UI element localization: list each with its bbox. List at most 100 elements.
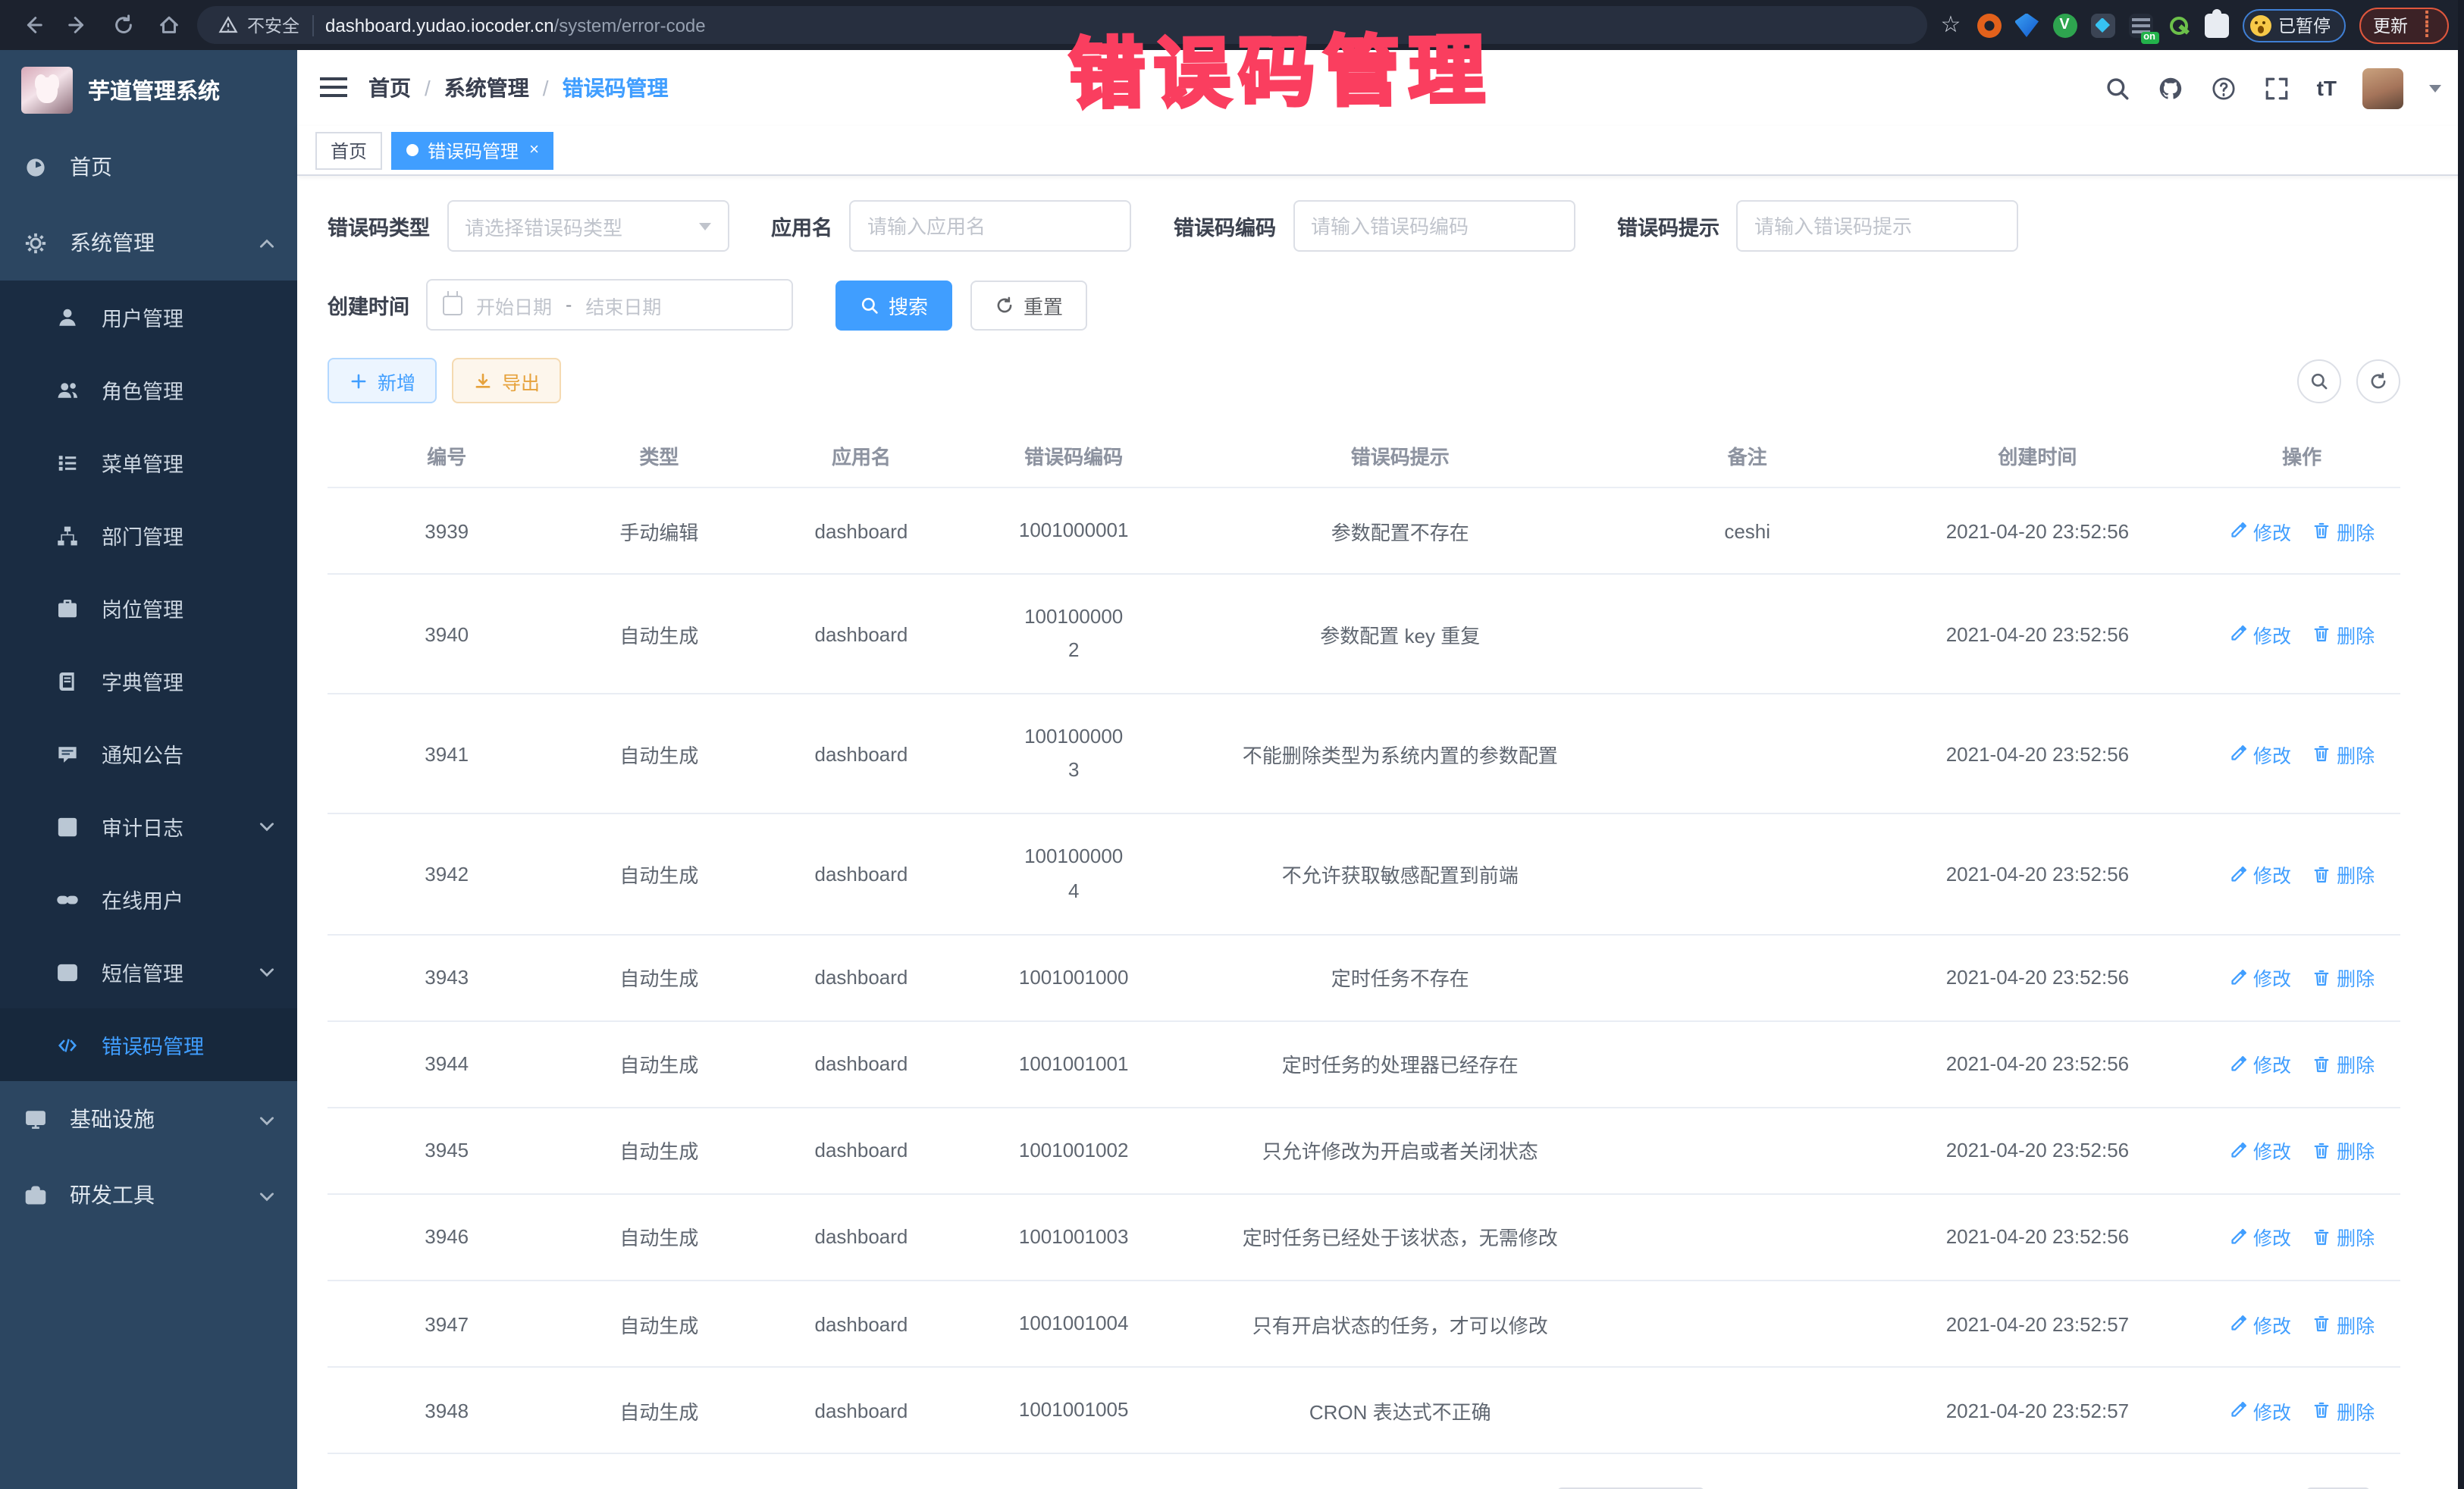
extension-icon-orange[interactable] [1977,13,2001,37]
address-separator [312,14,313,36]
browser-reload-icon[interactable] [106,8,140,42]
delete-link[interactable]: 删除 [2312,1309,2375,1338]
search-button[interactable]: 搜索 [835,280,952,330]
delete-link[interactable]: 删除 [2312,1223,2375,1252]
edit-link[interactable]: 修改 [2229,740,2291,769]
export-button[interactable]: 导出 [452,358,561,403]
refresh-icon [995,295,1014,315]
delete-link[interactable]: 删除 [2312,1396,2375,1425]
sidebar: 芋道管理系统 首页系统管理用户管理角色管理菜单管理部门管理岗位管理字典管理通知公… [0,50,297,1489]
edit-link[interactable]: 修改 [2229,1223,2291,1252]
edit-link[interactable]: 修改 [2229,1309,2291,1338]
column-header: 创建时间 [1872,425,2203,487]
delete-link[interactable]: 删除 [2312,860,2375,889]
edit-link[interactable]: 修改 [2229,963,2291,992]
sidebar-item-dashboard[interactable]: 首页 [0,129,297,205]
delete-link[interactable]: 删除 [2312,1136,2375,1165]
delete-link[interactable]: 删除 [2312,619,2375,648]
sidebar-item-user[interactable]: 用户管理 [0,281,297,353]
edit-link[interactable]: 修改 [2229,619,2291,648]
extension-icon-gem[interactable] [2014,13,2039,37]
cell-operations: 修改 删除 [2203,487,2400,574]
error-code-input[interactable] [1311,215,1556,237]
sidebar-item-devtools[interactable]: 研发工具 [0,1157,297,1233]
not-secure-warning[interactable]: 不安全 [218,13,299,37]
cell-app: dashboard [752,1281,970,1367]
table-row: 3945自动生成dashboard1001001002只允许修改为开启或者关闭状… [328,1108,2400,1194]
trash-icon [2312,968,2331,986]
sidebar-item-code[interactable]: 错误码管理 [0,1008,297,1081]
edit-link[interactable]: 修改 [2229,516,2291,545]
sidebar-item-menu-list[interactable]: 菜单管理 [0,426,297,499]
browser-home-icon[interactable] [152,8,185,42]
search-icon [2309,371,2329,390]
sidebar-item-badge[interactable]: 岗位管理 [0,572,297,644]
sidebar-item-org-tree[interactable]: 部门管理 [0,499,297,572]
help-icon[interactable] [2211,74,2238,102]
delete-link[interactable]: 删除 [2312,963,2375,992]
add-button[interactable]: 新增 [328,358,437,403]
breadcrumb-item[interactable]: 系统管理 [444,73,529,103]
extensions-puzzle-icon[interactable] [2204,13,2228,37]
close-icon[interactable]: × [529,142,539,158]
error-hint-input[interactable] [1754,215,2000,237]
browser-menu-icon[interactable]: ⋮⋮ [2419,11,2435,39]
browser-back-icon[interactable] [15,8,49,42]
delete-link[interactable]: 删除 [2312,1050,2375,1079]
browser-forward-icon[interactable] [61,8,94,42]
sidebar-item-online-user[interactable]: 在线用户 [0,863,297,936]
sidebar-toggle-icon[interactable] [320,77,347,99]
app-logo[interactable]: 芋道管理系统 [0,50,297,129]
reset-button[interactable]: 重置 [970,280,1087,330]
sidebar-item-label: 角色管理 [102,375,276,405]
edit-link[interactable]: 修改 [2229,1050,2291,1079]
error-code-type-select[interactable]: 请选择错误码类型 [447,200,729,252]
edit-link[interactable]: 修改 [2229,1396,2291,1425]
edit-link[interactable]: 修改 [2229,1136,2291,1165]
announcement-icon [56,742,79,765]
pencil-icon [2229,1401,2247,1419]
delete-label: 删除 [2337,516,2375,545]
tab-active[interactable]: 错误码管理× [391,131,554,169]
fullscreen-icon[interactable] [2264,74,2291,102]
cell-code: 100100000 3 [970,694,1177,814]
edit-link[interactable]: 修改 [2229,860,2291,889]
sidebar-item-dictionary[interactable]: 字典管理 [0,644,297,717]
avatar-caret-icon[interactable] [2429,84,2441,92]
breadcrumb-item[interactable]: 首页 [368,73,411,103]
sidebar-item-audit-log[interactable]: 审计日志 [0,790,297,863]
search-icon[interactable] [2105,74,2132,102]
app-name-input[interactable] [867,215,1113,237]
browser-update-button[interactable]: 更新 ⋮⋮ [2359,7,2449,43]
extension-icon-green[interactable]: V [2052,13,2077,37]
profile-paused-chip[interactable]: 已暂停 [2242,8,2346,42]
user-avatar[interactable] [2362,67,2403,108]
pencil-icon [2229,1228,2247,1246]
bookmark-star-icon[interactable]: ☆ [1939,13,1963,37]
delete-label: 删除 [2337,740,2375,769]
table-header-row: 编号类型应用名错误码编码错误码提示备注创建时间操作 [328,425,2400,487]
cell-app: dashboard [752,1367,970,1453]
sidebar-item-infrastructure[interactable]: 基础设施 [0,1081,297,1157]
github-icon[interactable] [2158,74,2185,102]
pencil-icon [2229,1315,2247,1333]
created-date-range-picker[interactable]: 开始日期 - 结束日期 [426,279,793,331]
refresh-table-button[interactable] [2356,359,2400,403]
sidebar-item-announcement[interactable]: 通知公告 [0,717,297,790]
cell-operations: 修改删除 [2203,1108,2400,1194]
delete-link[interactable]: 删除 [2312,516,2375,545]
extension-icon-key[interactable] [2166,13,2190,37]
extension-icon-tabs[interactable]: on [2128,13,2152,37]
cell-operations: 修改删除 [2203,574,2400,694]
sidebar-item-gear[interactable]: 系统管理 [0,205,297,281]
font-size-icon[interactable]: tT [2317,76,2337,100]
toggle-search-button[interactable] [2297,359,2341,403]
edit-label: 修改 [2253,1136,2291,1165]
cell-type: 自动生成 [566,1194,752,1281]
tab-item[interactable]: 首页 [315,131,382,169]
sidebar-item-sms[interactable]: 短信管理 [0,936,297,1008]
address-bar[interactable]: 不安全 dashboard.yudao.iocoder.cn/system/er… [197,6,1926,44]
extension-icon-diamond[interactable] [2090,13,2114,37]
delete-link[interactable]: 删除 [2312,740,2375,769]
sidebar-item-users[interactable]: 角色管理 [0,353,297,426]
